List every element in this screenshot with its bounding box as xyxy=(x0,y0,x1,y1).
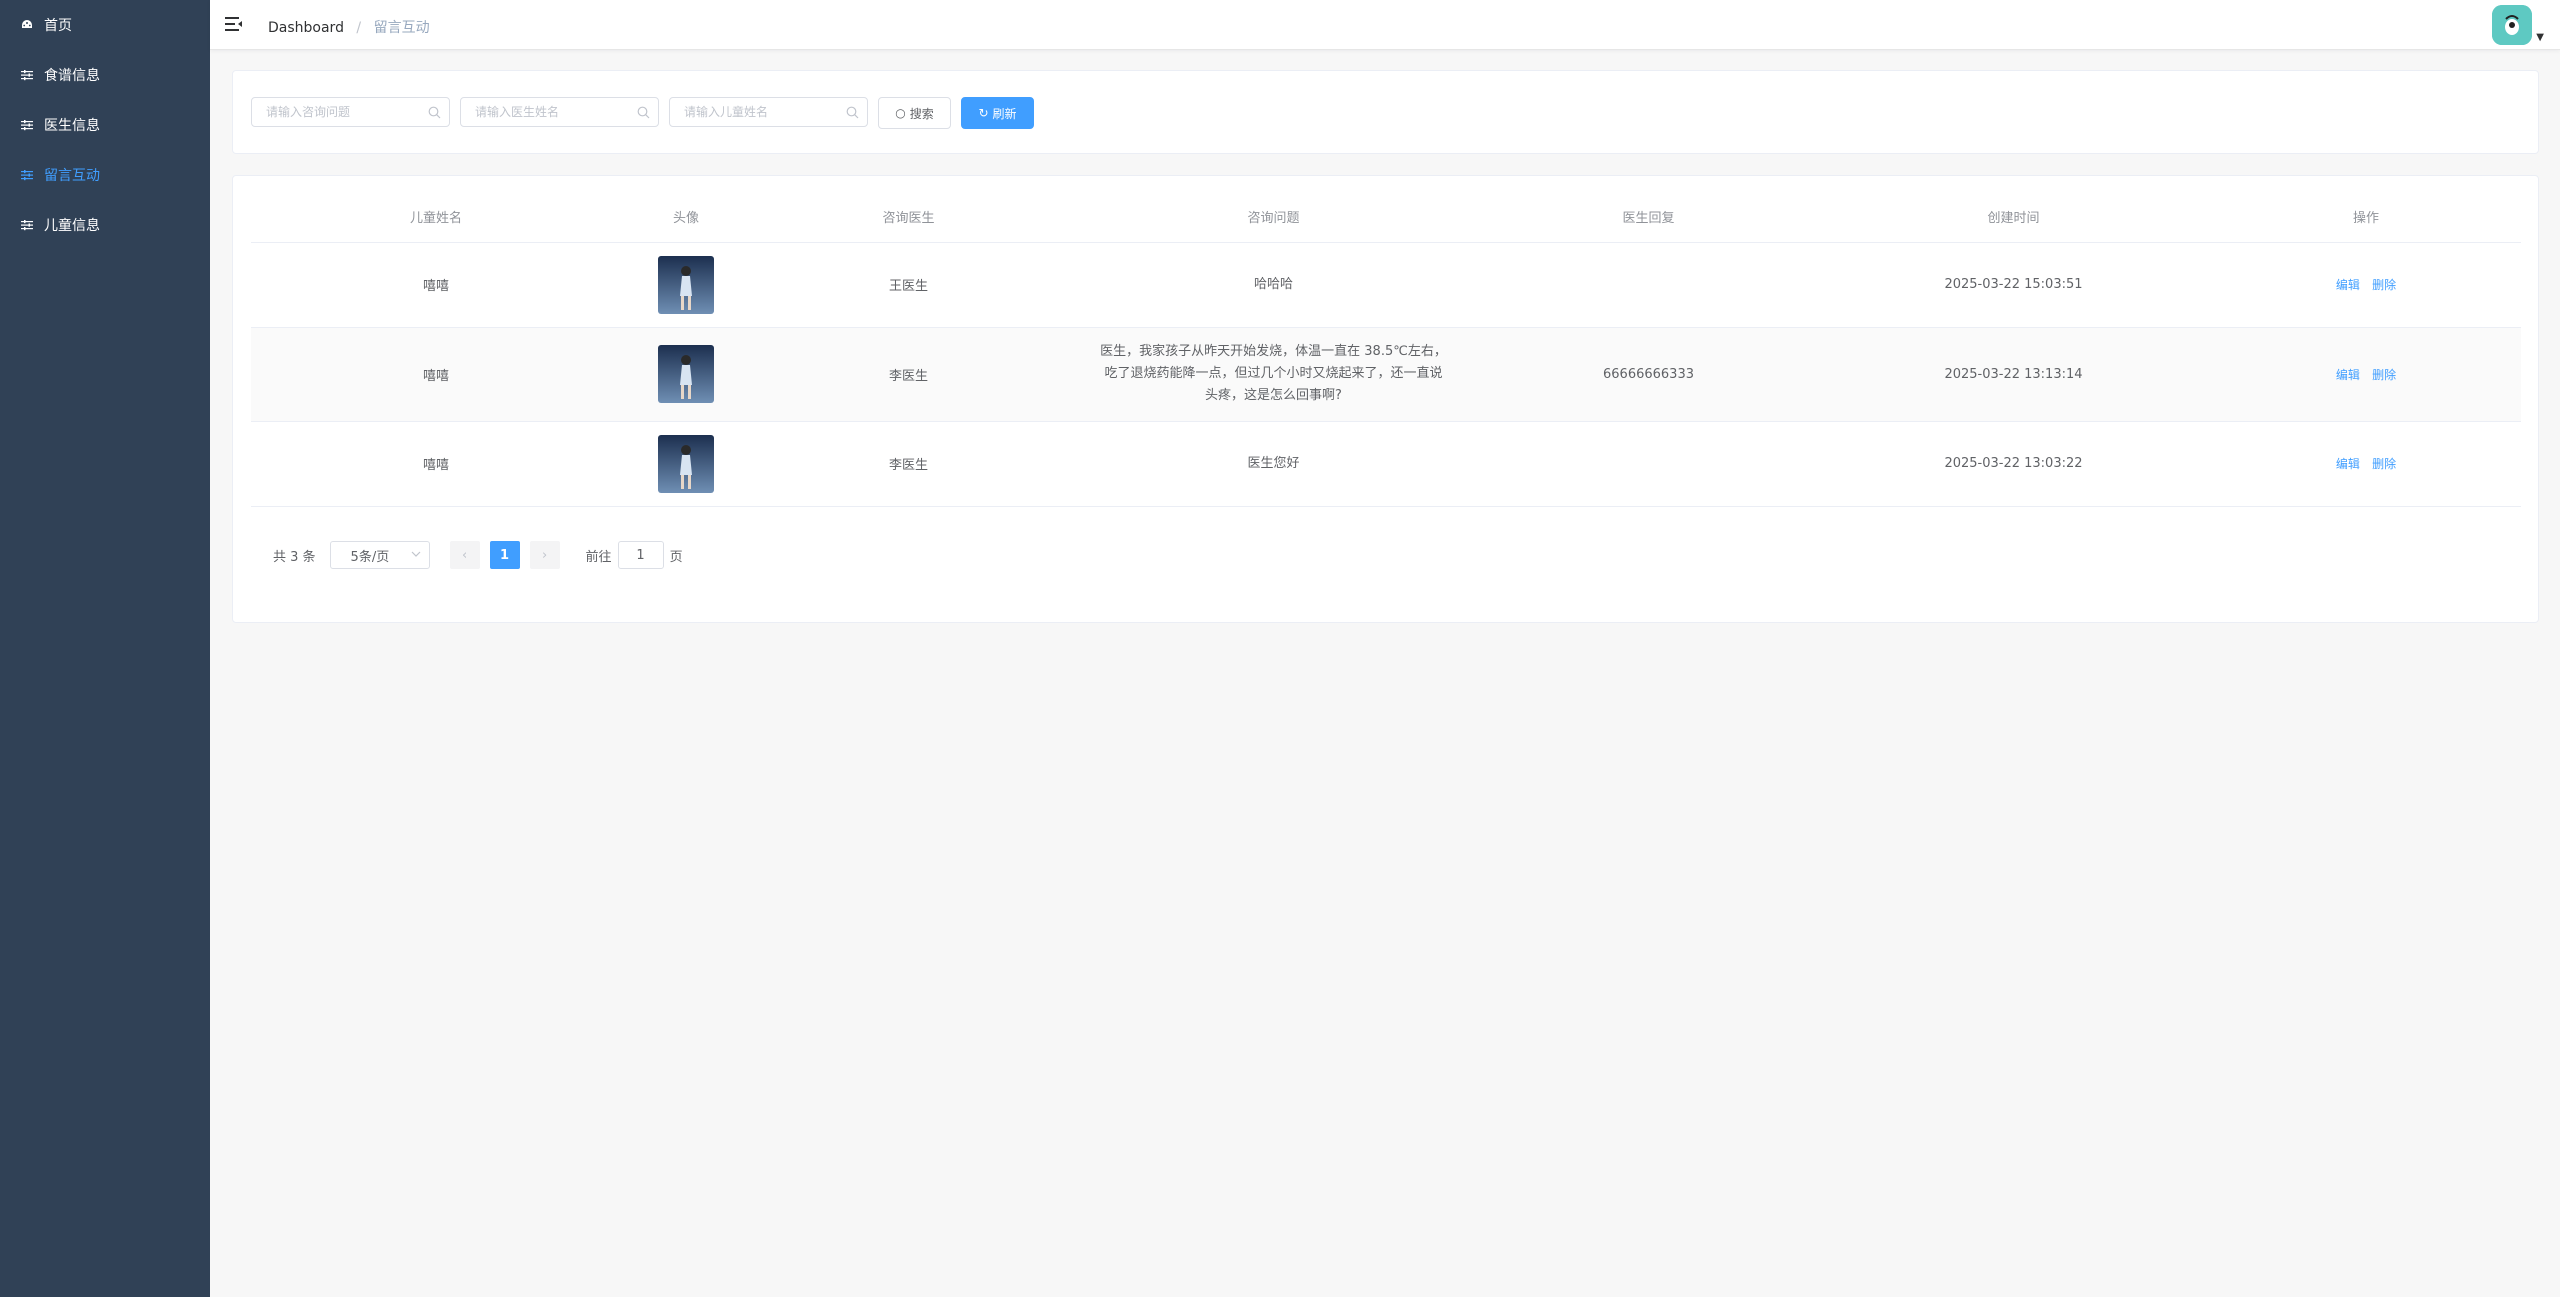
sidebar-item-label: 首页 xyxy=(44,18,72,34)
table-header-row: 儿童姓名 头像 咨询医生 咨询问题 医生回复 创建时间 操作 xyxy=(251,192,2521,243)
created-time-cell: 2025-03-22 15:03:51 xyxy=(1816,242,2211,328)
sidebar-item-recipes[interactable]: 食谱信息 xyxy=(0,50,210,100)
sliders-icon xyxy=(20,218,34,232)
sliders-icon xyxy=(20,118,34,132)
column-header: 操作 xyxy=(2211,192,2521,243)
child-avatar-image[interactable] xyxy=(658,345,714,403)
sidebar-item-doctors[interactable]: 医生信息 xyxy=(0,100,210,150)
child-avatar-image[interactable] xyxy=(658,434,714,493)
search-icon xyxy=(428,106,441,119)
question-cell: 哈哈哈 xyxy=(1066,242,1481,328)
search-button-label: 搜索 xyxy=(909,106,934,121)
question-text: 哈哈哈 xyxy=(1253,276,1293,292)
question-text: 医生，我家孩子从昨天开始发烧，体温一直在 38.5℃左右，吃了退烧药能降一点，但… xyxy=(1100,344,1447,403)
refresh-icon: ↻ xyxy=(978,106,989,120)
refresh-button-label: 刷新 xyxy=(992,106,1017,121)
sidebar-item-label: 食谱信息 xyxy=(44,68,100,84)
next-page-button[interactable]: › xyxy=(529,541,560,569)
question-cell: 医生，我家孩子从昨天开始发烧，体温一直在 38.5℃左右，吃了退烧药能降一点，但… xyxy=(1066,327,1481,422)
question-search-field[interactable] xyxy=(251,97,450,127)
caret-down-icon: ▼ xyxy=(2536,32,2544,43)
dashboard-icon xyxy=(20,18,34,32)
child-search-input[interactable] xyxy=(684,105,844,119)
child-name-cell: 嘻嘻 xyxy=(251,327,621,422)
doctor-cell: 李医生 xyxy=(751,421,1066,507)
breadcrumb-current: 留言互动 xyxy=(373,20,430,36)
search-button[interactable]: ○ 搜索 xyxy=(878,97,951,129)
child-name-cell: 嘻嘻 xyxy=(251,242,621,328)
delete-button[interactable]: 删除 xyxy=(2372,457,2396,471)
actions-cell: 编辑 删除 xyxy=(2211,421,2521,507)
avatar[interactable] xyxy=(2492,5,2533,45)
page-jump-suffix: 页 xyxy=(669,549,683,565)
sidebar-item-label: 医生信息 xyxy=(44,118,100,134)
page-size-value: 5条/页 xyxy=(350,549,390,565)
search-icon: ○ xyxy=(895,106,906,120)
table-row: 嘻嘻 王医生 哈哈哈 2025-03-22 15:03:51 编辑 删除 xyxy=(251,242,2521,328)
doctor-search-field[interactable] xyxy=(460,97,659,127)
column-header: 医生回复 xyxy=(1481,192,1816,243)
table-row: 嘻嘻 李医生 医生您好 2025-03-22 13:03:22 编辑 删除 xyxy=(251,421,2521,507)
child-name-cell: 嘻嘻 xyxy=(251,421,621,507)
reply-cell xyxy=(1481,421,1816,507)
page-number-button[interactable]: 1 xyxy=(489,541,520,569)
doctor-search-input[interactable] xyxy=(475,105,635,119)
edit-button[interactable]: 编辑 xyxy=(2336,368,2360,382)
doctor-cell: 王医生 xyxy=(751,242,1066,328)
doctor-cell: 李医生 xyxy=(751,327,1066,422)
table-panel: 儿童姓名 头像 咨询医生 咨询问题 医生回复 创建时间 操作 嘻嘻 王医生 哈哈… xyxy=(232,175,2539,623)
delete-button[interactable]: 删除 xyxy=(2372,368,2396,382)
pagination: 共 3 条 5条/页 ‹ 1 › 前往 页 xyxy=(273,541,683,569)
edit-button[interactable]: 编辑 xyxy=(2336,457,2360,471)
sliders-icon xyxy=(20,168,34,182)
question-cell: 医生您好 xyxy=(1066,421,1481,507)
column-header: 咨询问题 xyxy=(1066,192,1481,243)
breadcrumb-separator: / xyxy=(356,20,362,36)
hamburger-icon[interactable] xyxy=(225,15,243,33)
question-search-input[interactable] xyxy=(266,105,426,119)
search-icon xyxy=(637,106,650,119)
avatar-cell xyxy=(621,327,751,422)
page-jump: 前往 页 xyxy=(586,541,683,569)
table-row: 嘻嘻 李医生 医生，我家孩子从昨天开始发烧，体温一直在 38.5℃左右，吃了退烧… xyxy=(251,327,2521,422)
column-header: 创建时间 xyxy=(1816,192,2211,243)
refresh-button[interactable]: ↻ 刷新 xyxy=(961,97,1034,129)
created-time-cell: 2025-03-22 13:13:14 xyxy=(1816,327,2211,422)
search-panel: ○ 搜索 ↻ 刷新 xyxy=(232,70,2539,154)
actions-cell: 编辑 删除 xyxy=(2211,242,2521,328)
actions-cell: 编辑 删除 xyxy=(2211,327,2521,422)
sidebar-item-children[interactable]: 儿童信息 xyxy=(0,200,210,250)
column-header: 咨询医生 xyxy=(751,192,1066,243)
prev-page-button[interactable]: ‹ xyxy=(449,541,480,569)
messages-table: 儿童姓名 头像 咨询医生 咨询问题 医生回复 创建时间 操作 嘻嘻 王医生 哈哈… xyxy=(251,192,2521,507)
sidebar-item-label: 留言互动 xyxy=(44,168,100,184)
top-navbar: Dashboard / 留言互动 ▼ xyxy=(210,0,2560,50)
sidebar-item-home[interactable]: 首页 xyxy=(0,0,210,50)
page-jump-input[interactable] xyxy=(617,541,664,569)
child-search-field[interactable] xyxy=(669,97,868,127)
search-icon xyxy=(846,106,859,119)
pagination-total: 共 3 条 xyxy=(273,549,316,565)
sliders-icon xyxy=(20,68,34,82)
reply-cell: 66666666333 xyxy=(1481,327,1816,422)
question-text: 医生您好 xyxy=(1247,455,1300,471)
page-size-select[interactable]: 5条/页 xyxy=(329,541,430,569)
page-jump-prefix: 前往 xyxy=(585,549,612,565)
sidebar: 首页 食谱信息 医生信息 留言互动 儿童信息 xyxy=(0,0,210,1297)
breadcrumb-home[interactable]: Dashboard xyxy=(268,20,344,36)
breadcrumb: Dashboard / 留言互动 xyxy=(268,17,430,37)
delete-button[interactable]: 删除 xyxy=(2372,278,2396,292)
avatar-cell xyxy=(621,242,751,328)
reply-cell xyxy=(1481,242,1816,328)
avatar-cell xyxy=(621,421,751,507)
child-avatar-image[interactable] xyxy=(658,255,714,314)
created-time-cell: 2025-03-22 13:03:22 xyxy=(1816,421,2211,507)
sidebar-item-messages[interactable]: 留言互动 xyxy=(0,150,210,200)
edit-button[interactable]: 编辑 xyxy=(2336,278,2360,292)
user-menu[interactable]: ▼ xyxy=(2492,5,2544,45)
column-header: 儿童姓名 xyxy=(251,192,621,243)
sidebar-item-label: 儿童信息 xyxy=(44,218,100,234)
column-header: 头像 xyxy=(621,192,751,243)
chevron-down-icon xyxy=(411,548,421,558)
